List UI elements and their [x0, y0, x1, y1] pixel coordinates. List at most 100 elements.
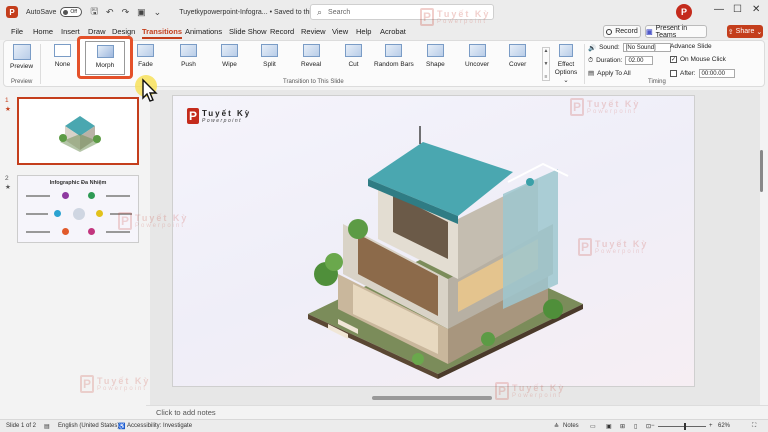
slide-thumbnail-2[interactable]: Infographic Đa Nhiệm	[17, 175, 139, 243]
autosave-state: Off	[70, 9, 77, 15]
zoom-slider-handle[interactable]	[684, 423, 686, 430]
share-button[interactable]: ⇪ Share ⌄	[727, 25, 763, 38]
slide-number-2: 2	[5, 175, 9, 182]
tab-file[interactable]: File	[11, 27, 23, 36]
spell-check-icon[interactable]: ▤	[44, 423, 50, 430]
accessibility-status[interactable]: Accessibility: Investigate	[127, 423, 192, 429]
transition-push[interactable]: Push	[180, 44, 197, 68]
ribbon-divider	[40, 44, 41, 84]
close-icon[interactable]: ✕	[752, 4, 760, 15]
transition-morph[interactable]: Morph	[85, 41, 125, 75]
sound-dropdown[interactable]: [No Sound]	[622, 43, 671, 52]
advance-slide-label: Advance Slide	[670, 43, 712, 50]
accessibility-icon[interactable]: ♿	[118, 423, 125, 430]
slide-editing-area[interactable]: P Tuyết Kỳ Powerpoint P Tuyết Kỳ Powerpo…	[150, 90, 760, 405]
teams-icon: ▣	[646, 28, 653, 36]
present-in-teams-button[interactable]: ▣ Present in Teams	[645, 25, 707, 39]
transition-shape[interactable]: Shape	[426, 44, 445, 68]
save-icon[interactable]: 🖫	[90, 4, 98, 20]
shape-transition-icon	[426, 44, 444, 57]
tab-draw[interactable]: Draw	[88, 27, 106, 36]
vertical-scrollbar[interactable]	[760, 150, 763, 192]
fit-to-window-icon[interactable]: ⛶	[752, 423, 756, 430]
zoom-level[interactable]: 62%	[718, 423, 730, 429]
effect-options-button[interactable]: Effect Options ⌄	[552, 44, 580, 85]
avatar[interactable]: P	[676, 4, 692, 20]
slide-sorter-icon[interactable]: ⊞	[620, 423, 625, 430]
infographic-dot	[96, 210, 103, 217]
transition-uncover-label: Uncover	[465, 61, 490, 68]
random-bars-transition-icon	[385, 44, 403, 57]
watermark-subtext: Powerpoint	[587, 109, 638, 115]
comments-icon[interactable]: ▭	[590, 423, 596, 430]
sound-label: Sound:	[599, 44, 620, 51]
notes-toggle-label[interactable]: Notes	[563, 423, 579, 429]
undo-icon[interactable]: ↶	[106, 7, 114, 18]
minimize-icon[interactable]: —	[714, 4, 724, 15]
normal-view-icon[interactable]: ▣	[606, 423, 612, 430]
infographic-dot	[62, 228, 69, 235]
tab-home[interactable]: Home	[33, 27, 53, 36]
watermark-text: Tuyết Kỳ	[587, 99, 641, 109]
transition-random-bars[interactable]: Random Bars	[374, 44, 414, 68]
apply-to-all-button[interactable]: ▤ Apply To All	[588, 69, 631, 78]
preview-button[interactable]: Preview	[10, 44, 33, 70]
zoom-out-icon[interactable]: −	[651, 423, 655, 429]
logo-mark: P	[187, 108, 199, 124]
uncover-transition-icon	[468, 44, 486, 57]
duration-control: ⏱ Duration: 02.00	[588, 56, 654, 65]
notes-input[interactable]: Click to add notes	[146, 405, 768, 418]
checkbox-checked-icon: ✓	[670, 56, 677, 63]
slideshow-start-icon[interactable]: ▣	[137, 7, 146, 18]
tab-view[interactable]: View	[332, 27, 348, 36]
transition-push-label: Push	[181, 61, 196, 68]
tab-transitions[interactable]: Transitions	[142, 27, 183, 39]
slide-number-1: 1	[5, 97, 9, 104]
tab-record[interactable]: Record	[270, 27, 294, 36]
transition-none[interactable]: None	[54, 44, 71, 68]
tab-acrobat[interactable]: Acrobat	[380, 27, 406, 36]
tab-insert[interactable]: Insert	[61, 27, 80, 36]
customize-toolbar-icon[interactable]: ⌄	[154, 7, 162, 18]
transition-split[interactable]: Split	[261, 44, 278, 68]
isometric-house-image[interactable]	[298, 124, 588, 379]
redo-icon[interactable]: ↷	[122, 7, 130, 18]
maximize-icon[interactable]: ☐	[733, 4, 742, 15]
zoom-slider[interactable]	[658, 426, 706, 427]
zoom-in-icon[interactable]: +	[709, 423, 713, 429]
transition-gallery-scroll[interactable]: ▲ ▼ ≡	[542, 47, 550, 81]
duration-input[interactable]: 02.00	[625, 56, 654, 65]
house-thumbnail-image	[59, 116, 101, 152]
apply-to-all-label: Apply To All	[597, 69, 631, 77]
transition-cover[interactable]: Cover	[509, 44, 526, 68]
watermark-subtext: Powerpoint	[97, 386, 148, 392]
slide-thumbnail-1[interactable]	[17, 97, 139, 165]
transition-wipe[interactable]: Wipe	[221, 44, 238, 68]
tab-animations[interactable]: Animations	[185, 27, 222, 36]
tab-slide-show[interactable]: Slide Show	[229, 27, 267, 36]
transition-cut[interactable]: Cut	[345, 44, 362, 68]
record-button[interactable]: Record	[603, 25, 641, 38]
tab-design[interactable]: Design	[112, 27, 135, 36]
tab-review[interactable]: Review	[301, 27, 326, 36]
transition-reveal[interactable]: Reveal	[301, 44, 321, 68]
horizontal-scrollbar[interactable]	[372, 396, 492, 400]
gallery-expand-icon: ≡	[544, 74, 548, 80]
transition-wipe-label: Wipe	[222, 61, 237, 68]
after-input[interactable]: 00:00.00	[698, 69, 735, 78]
autosave-toggle[interactable]: Off	[60, 7, 83, 17]
transition-fade[interactable]: Fade	[137, 44, 154, 68]
on-mouse-click-checkbox[interactable]: ✓ On Mouse Click	[670, 56, 726, 63]
watermark-mark: P	[578, 238, 592, 256]
transition-morph-highlight[interactable]: Morph	[77, 36, 133, 79]
status-bar: Slide 1 of 2 ▤ English (United States) ♿…	[0, 419, 768, 432]
tab-help[interactable]: Help	[356, 27, 371, 36]
reading-view-icon[interactable]: ▯	[634, 423, 637, 430]
transition-uncover[interactable]: Uncover	[465, 44, 489, 68]
fade-transition-icon	[137, 44, 154, 57]
language-label[interactable]: English (United States)	[58, 423, 119, 429]
transition-none-label: None	[54, 61, 71, 68]
after-checkbox[interactable]: After: 00:00.00	[670, 69, 735, 78]
checkbox-unchecked-icon	[670, 70, 677, 77]
notes-toggle-icon[interactable]: ≜	[554, 423, 559, 430]
